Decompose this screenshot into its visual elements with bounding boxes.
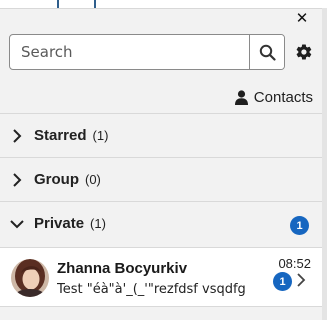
chevron-down-icon: [10, 219, 24, 228]
user-icon: [234, 89, 248, 105]
conversation-item[interactable]: Zhanna Bocyurkiv Test "éà"à'_(_'"rezfdsf…: [0, 247, 322, 307]
avatar: [11, 259, 49, 297]
vertical-scrollbar[interactable]: [322, 8, 327, 320]
section-count: (1): [92, 128, 109, 143]
unread-badge: 1: [290, 216, 309, 235]
settings-button[interactable]: [294, 42, 314, 62]
chevron-right-icon: [13, 128, 22, 143]
close-button[interactable]: ✕: [294, 10, 310, 26]
search-input[interactable]: [10, 35, 249, 69]
search-icon: [259, 44, 276, 61]
close-icon: ✕: [295, 9, 309, 27]
last-message: Test "éà"à'_(_'"rezfdsf vsqdfg: [57, 282, 246, 297]
section-count: (1): [90, 216, 106, 231]
contact-name: Zhanna Bocyurkiv: [57, 260, 188, 277]
message-time: 08:52: [278, 256, 311, 271]
contacts-label: Contacts: [253, 88, 313, 106]
unread-badge: 1: [273, 272, 292, 291]
search-button[interactable]: [249, 35, 284, 69]
section-name: Private: [34, 215, 85, 232]
section-group[interactable]: Group (0): [0, 157, 322, 201]
chevron-right-icon: [13, 172, 22, 187]
chevron-right-icon: [297, 273, 306, 287]
section-private[interactable]: Private (1) 1: [0, 201, 322, 245]
search-box: [9, 34, 285, 70]
section-name: Starred: [34, 127, 87, 144]
section-starred[interactable]: Starred (1): [0, 113, 322, 157]
contacts-button[interactable]: Contacts: [234, 86, 313, 108]
section-count: (0): [85, 172, 101, 187]
section-name: Group: [34, 171, 79, 188]
gear-icon: [296, 44, 312, 60]
